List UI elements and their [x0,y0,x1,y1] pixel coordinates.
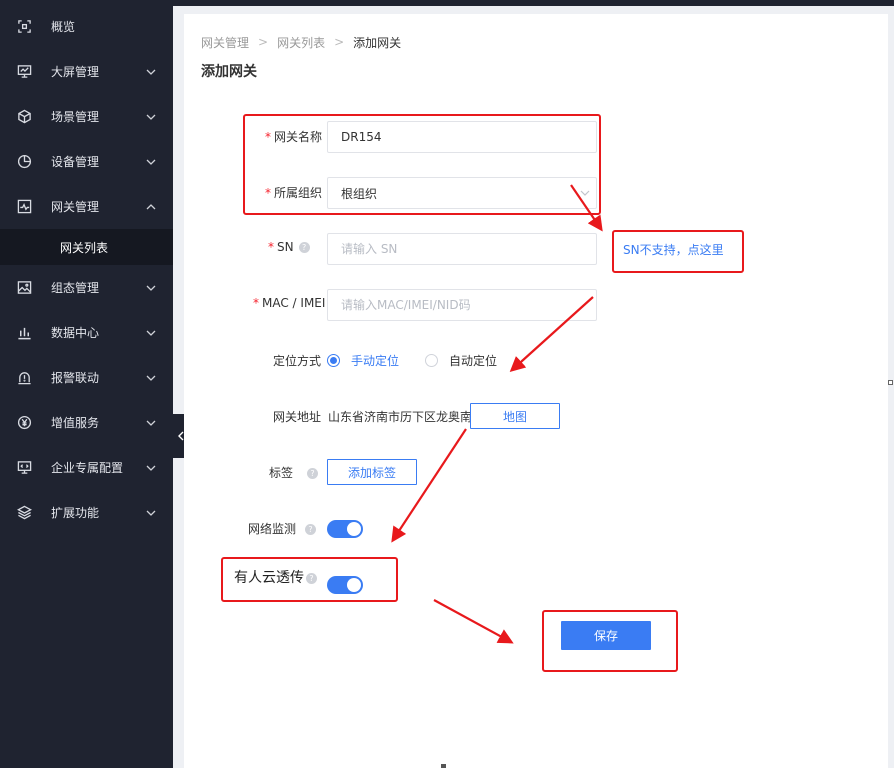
sidebar-item-extensions[interactable]: 扩展功能 [0,490,173,535]
annotation-box-name-org [243,114,601,215]
mac-imei-label: * MAC / IMEI [253,296,326,310]
annotation-box-sn-link [612,230,744,273]
sidebar: 概览 大屏管理 场景管理 设备管理 网关管理 网关列表 组态管理 数据中心 报警… [0,0,173,768]
sidebar-item-scene[interactable]: 场景管理 [0,94,173,139]
pie-chart-icon [16,154,32,170]
breadcrumb: 网关管理 > 网关列表 > 添加网关 [201,34,401,50]
breadcrumb-gateway-management[interactable]: 网关管理 [201,34,249,51]
code-monitor-icon [16,460,32,476]
breadcrumb-separator: > [334,35,345,49]
chevron-down-icon [145,462,157,474]
yen-icon [16,415,32,431]
sidebar-item-value-added[interactable]: 增值服务 [0,400,173,445]
sidebar-item-data-center[interactable]: 数据中心 [0,310,173,355]
sidebar-item-device[interactable]: 设备管理 [0,139,173,184]
sidebar-item-label: 网关管理 [51,200,100,214]
location-mode-radio-group: 手动定位 自动定位 [327,352,523,369]
sidebar-item-enterprise-config[interactable]: 企业专属配置 [0,445,173,490]
help-icon[interactable]: ? [307,468,319,479]
chevron-down-icon [145,282,157,294]
sidebar-item-label: 数据中心 [51,326,100,340]
network-monitor-toggle[interactable] [327,520,363,538]
sidebar-item-label: 设备管理 [51,155,100,169]
radio-auto-location[interactable]: 自动定位 [425,352,497,369]
resize-handle[interactable] [888,380,893,385]
radio-manual-location[interactable]: 手动定位 [327,352,399,369]
gateway-address-value: 山东省济南市历下区龙奥南路 [328,410,485,424]
sidebar-item-gateway[interactable]: 网关管理 [0,184,173,229]
annotation-box-passthrough [221,557,398,602]
breadcrumb-current: 添加网关 [353,35,402,50]
top-bar [173,0,894,6]
chevron-down-icon [145,507,157,519]
sidebar-item-alarm[interactable]: 报警联动 [0,355,173,400]
sidebar-subitem-gateway-list[interactable]: 网关列表 [0,229,173,265]
sidebar-item-screen[interactable]: 大屏管理 [0,49,173,94]
sidebar-item-label: 报警联动 [51,371,100,385]
sidebar-item-label: 概览 [51,20,76,34]
alarm-icon [16,370,32,386]
map-button[interactable]: 地图 [470,403,560,429]
breadcrumb-gateway-list[interactable]: 网关列表 [277,34,325,51]
bar-chart-icon [16,325,32,341]
tags-label: 标签? [269,464,319,481]
radio-unchecked-icon [425,354,439,367]
chevron-down-icon [145,417,157,429]
mac-imei-input[interactable] [327,289,597,321]
image-icon [16,280,32,296]
help-icon[interactable]: ? [305,524,317,535]
gateway-icon [16,199,32,215]
breadcrumb-separator: > [258,35,269,49]
sidebar-item-label: 组态管理 [51,281,100,295]
radio-checked-icon [327,354,340,367]
annotation-box-save [542,610,678,672]
sn-label: * SN? [268,240,310,254]
chevron-down-icon [145,156,157,168]
gateway-address-label: 网关地址 [273,410,322,424]
help-icon[interactable]: ? [298,242,310,253]
scroll-indicator [441,764,446,768]
layers-icon [16,505,32,521]
overview-icon [16,19,32,35]
location-mode-label: 定位方式 [273,354,322,368]
sidebar-item-overview[interactable]: 概览 [0,4,173,49]
sn-input[interactable] [327,233,597,265]
cube-icon [16,109,32,125]
chevron-down-icon [145,66,157,78]
network-monitor-label: 网络监测? [248,520,317,537]
chevron-down-icon [145,327,157,339]
sidebar-item-label: 场景管理 [51,110,100,124]
add-tag-button[interactable]: 添加标签 [327,459,417,485]
sidebar-item-label: 扩展功能 [51,506,100,520]
chevron-down-icon [145,111,157,123]
page-title: 添加网关 [201,64,257,80]
sidebar-subitem-label: 网关列表 [60,240,109,255]
sidebar-item-label: 增值服务 [51,416,100,430]
sidebar-item-configuration[interactable]: 组态管理 [0,265,173,310]
chevron-up-icon [145,201,157,213]
sidebar-item-label: 企业专属配置 [51,461,124,475]
sidebar-item-label: 大屏管理 [51,65,100,79]
monitor-icon [16,64,32,80]
chevron-down-icon [145,372,157,384]
